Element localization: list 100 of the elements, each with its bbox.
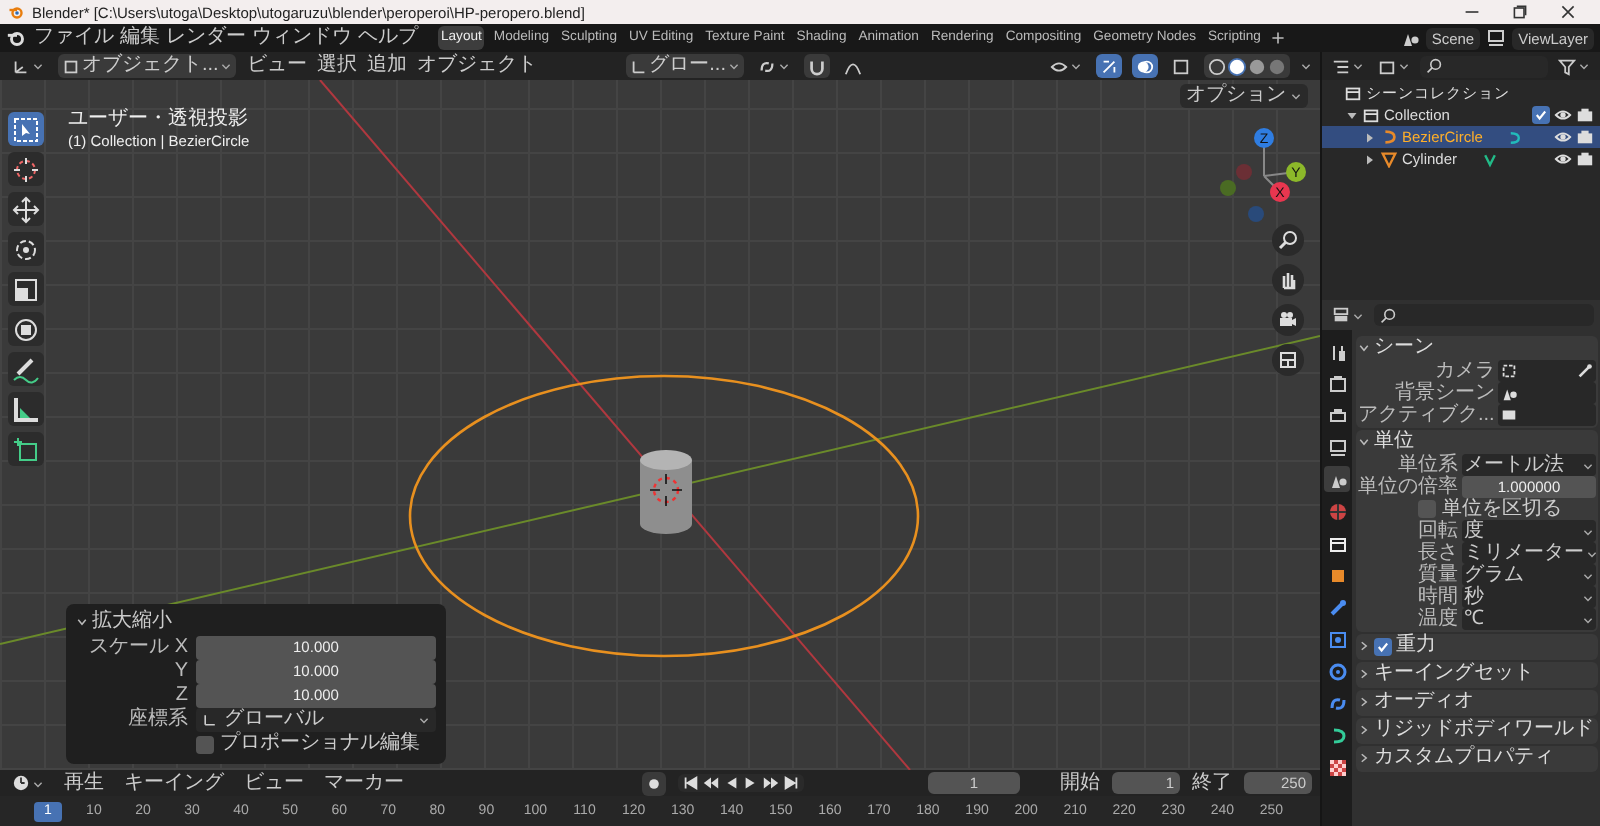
dropdown[interactable]: 秒 [1462,586,1596,608]
tool-button[interactable] [8,152,44,186]
film-icon [1500,406,1519,424]
jump-start-button[interactable] [682,774,700,792]
play-reverse-button[interactable] [722,774,740,792]
clip-field[interactable] [1498,404,1596,426]
clock-icon [12,774,30,792]
menu-item[interactable]: オブジェクト [416,54,537,78]
dropdown[interactable]: 度 [1462,520,1596,542]
menu-item[interactable]: ヘルプ [358,26,418,50]
gizmo-button[interactable] [1096,54,1122,78]
properties-tab[interactable] [1324,754,1350,780]
collapse-arrow-icon[interactable] [1364,129,1376,145]
jump-end-icon [782,774,800,792]
gizmo-icon [1100,57,1118,75]
next-key-button[interactable] [762,774,780,792]
object-field[interactable] [1498,360,1596,382]
pan-button[interactable] [1272,264,1304,296]
prev-key-button[interactable] [702,774,720,792]
panel-header[interactable]: キーイングセット [1358,662,1534,686]
caret-icon [1578,60,1590,72]
tool-button[interactable] [8,112,44,146]
vertex-data-icon [1481,151,1498,167]
zoom-button[interactable] [1272,224,1304,256]
checkbox[interactable] [1374,637,1392,655]
projection-button[interactable] [1272,344,1304,376]
tool-button[interactable] [8,232,44,266]
dropdown[interactable]: ℃ [1462,608,1596,630]
expand-arrow-icon[interactable] [1346,107,1358,123]
circle-curve[interactable] [408,374,920,658]
close-button[interactable] [1560,4,1576,20]
image-stack-icon [1486,28,1507,48]
panel-header[interactable]: 重力 [1358,634,1436,658]
panel-header[interactable]: 拡大縮小 [76,610,436,634]
printer-icon [1327,405,1347,425]
snap-button[interactable] [804,54,830,78]
dropdown[interactable]: ミリメーター [1462,542,1596,564]
dropdown[interactable]: メートル法 [1462,454,1596,476]
tool-button[interactable] [8,312,44,346]
search-field[interactable] [1374,304,1594,326]
camera-view-button[interactable] [1272,304,1304,336]
checkbox[interactable] [1532,106,1550,124]
maximize-button[interactable] [1512,4,1528,20]
cylinder-drawing[interactable] [640,450,692,534]
menu-item[interactable]: ビュー [240,771,308,795]
xray-button[interactable] [1168,54,1194,78]
menu-item[interactable]: 再生 [60,771,108,795]
options-dropdown[interactable]: オプション [1180,84,1308,108]
dropdown[interactable]: グラム [1462,564,1596,586]
menu-item[interactable]: マーカー [320,771,408,795]
pencil-icon [12,355,40,383]
material-shading-button[interactable] [1248,57,1266,75]
solid-shading-button[interactable] [1228,57,1246,75]
panel-header[interactable]: シーン [1358,336,1434,360]
object-icon [1500,362,1519,380]
wireframe-shading-button[interactable] [1208,57,1226,75]
checkbox[interactable] [196,735,214,753]
chevron-down-icon [76,614,88,630]
tool-button[interactable] [8,432,44,466]
render-shading-button[interactable] [1268,57,1286,75]
editor-type-button[interactable] [8,771,48,795]
filter-button[interactable] [1554,54,1594,78]
collapse-arrow-icon[interactable] [1364,151,1376,167]
orientation-dropdown[interactable]: グロー... [625,54,744,78]
panel-header[interactable]: オーディオ [1358,690,1474,714]
properties-tab[interactable] [1324,370,1350,396]
menu-item[interactable]: 選択 [316,54,357,78]
tool-button[interactable] [8,392,44,426]
tool-button[interactable] [8,272,44,306]
menu-item[interactable]: 編集 [120,26,160,50]
tool-button[interactable] [8,352,44,386]
curve-icon [1380,128,1398,146]
field-label: スケール X [87,636,188,660]
play-button[interactable] [742,774,760,792]
jump-end-button[interactable] [782,774,800,792]
menu-item[interactable]: キーイング [120,771,228,795]
select-box-icon [12,115,40,143]
editor-type-button[interactable] [1328,303,1368,327]
menu-item[interactable]: 追加 [366,54,407,78]
tool-button[interactable] [8,192,44,226]
field-label: 開始 [1060,771,1100,795]
panel-header[interactable]: リジッドボディワールド [1358,718,1594,742]
menu-item[interactable]: レンダー [166,26,246,50]
search-field[interactable] [1420,55,1548,77]
record-button[interactable] [642,771,666,795]
property-label: 単位系 [1396,454,1458,476]
properties-tab[interactable] [1324,466,1350,492]
move-arrows-icon [12,195,40,223]
add-workspace-button[interactable] [1269,30,1286,46]
mode-dropdown[interactable]: オブジェクト... [58,54,237,78]
panel-header[interactable]: カスタムプロパティ [1358,746,1554,770]
menu-item[interactable]: ビュー [246,54,307,78]
menu-item[interactable]: ファイル [34,26,114,50]
properties-tab[interactable] [1324,434,1350,460]
menu-item[interactable]: ウィンドウ [252,26,352,50]
overlay-button[interactable] [1132,54,1158,78]
checkbox[interactable] [1418,500,1436,518]
orientation-dropdown[interactable]: グローバル [196,708,436,732]
eye-icon [1554,106,1572,124]
panel-header[interactable]: 単位 [1358,430,1414,454]
